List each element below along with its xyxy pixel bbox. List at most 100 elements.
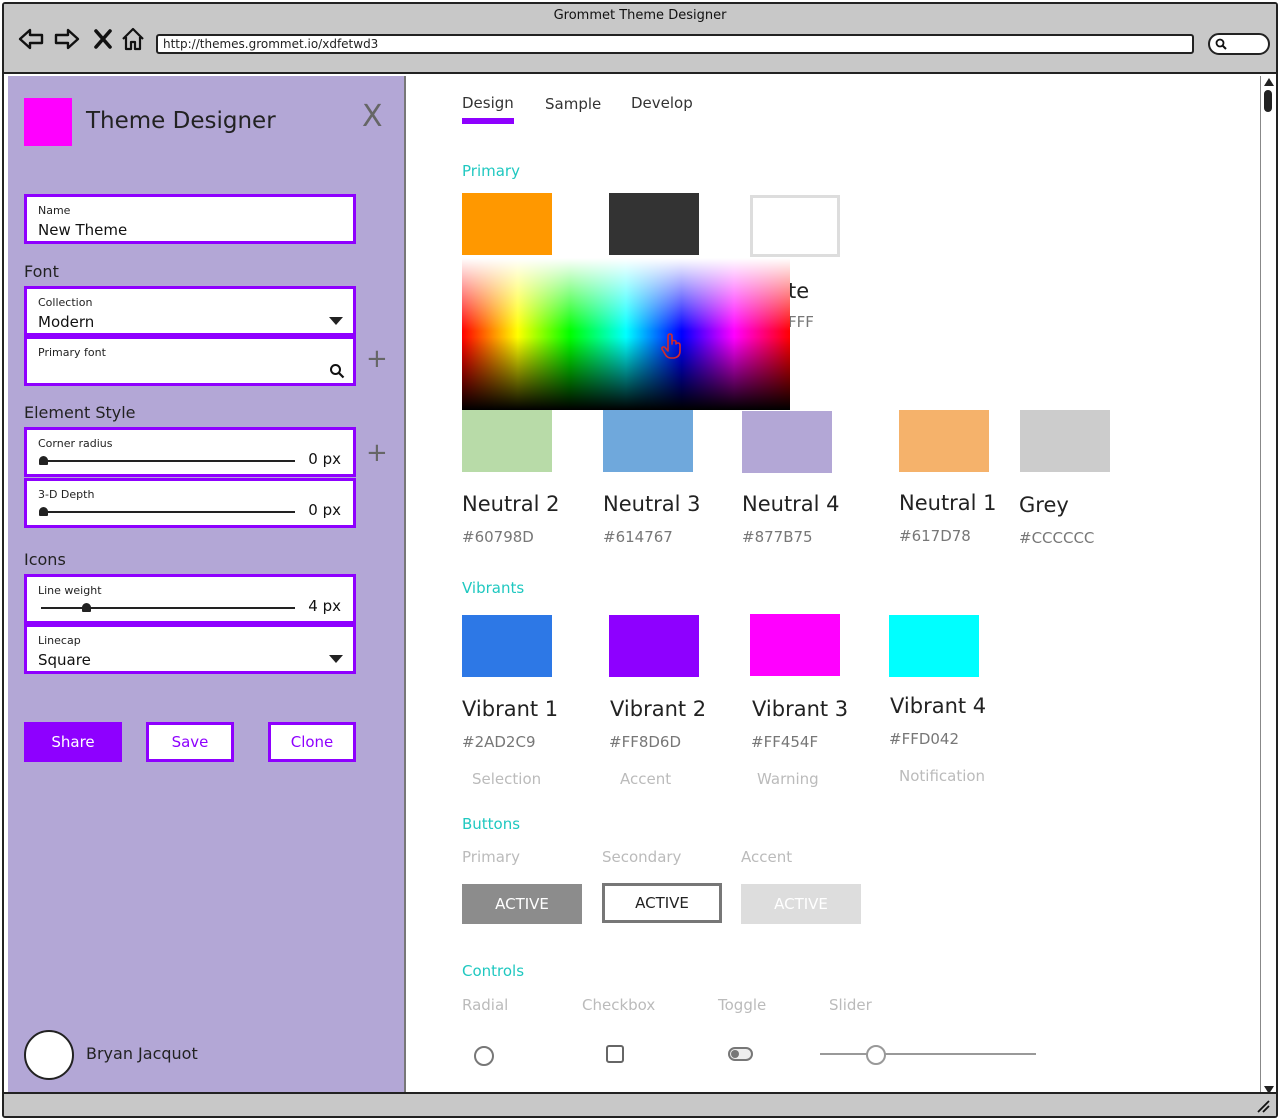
sample-slider-knob[interactable] [866, 1045, 887, 1065]
grey-hex: #CCCCCC [1019, 529, 1095, 547]
corner-radius-track[interactable] [41, 460, 295, 462]
depth-knob[interactable] [39, 507, 48, 516]
button-kind-primary: Primary [462, 848, 520, 866]
primary-swatch-white[interactable] [750, 195, 840, 257]
linecap-select[interactable]: Linecap Square [24, 624, 356, 674]
resize-grip-icon[interactable] [1256, 1099, 1270, 1113]
collection-label: Collection [38, 296, 93, 309]
vibrant-2-name: Vibrant 2 [610, 697, 707, 721]
avatar[interactable] [24, 1030, 74, 1080]
active-tab-indicator [462, 118, 514, 124]
clone-button[interactable]: Clone [268, 722, 356, 762]
chevron-down-icon[interactable] [329, 317, 343, 325]
line-weight-knob[interactable] [82, 603, 92, 612]
vertical-scrollbar[interactable] [1260, 76, 1276, 1096]
close-button[interactable]: X [362, 102, 383, 132]
home-icon[interactable] [118, 24, 148, 54]
vibrant-3-name: Vibrant 3 [752, 697, 849, 721]
neutral-2-swatch[interactable] [462, 410, 552, 472]
line-weight-label: Line weight [38, 584, 102, 597]
icons-section-label: Icons [24, 550, 66, 569]
sample-checkbox[interactable] [606, 1045, 624, 1063]
grey-swatch[interactable] [1020, 410, 1110, 472]
chevron-down-icon[interactable] [329, 655, 343, 663]
collection-value: Modern [38, 313, 95, 331]
primary-swatch-1[interactable] [462, 193, 552, 255]
url-input[interactable]: http://themes.grommet.io/xdfetwd3 [156, 34, 1194, 54]
neutral-2-hex: #60798D [462, 528, 534, 546]
primary-font-label: Primary font [38, 346, 106, 359]
vibrant-1-hex: #2AD2C9 [462, 733, 536, 751]
button-kind-secondary: Secondary [602, 848, 682, 866]
controls-section-title: Controls [462, 962, 525, 980]
share-button[interactable]: Share [24, 722, 122, 762]
tab-develop[interactable]: Develop [631, 94, 693, 112]
name-field-value[interactable]: New Theme [38, 221, 127, 239]
vibrant-4-role: Notification [899, 767, 986, 785]
corner-radius-slider-field[interactable]: Corner radius 0 px [24, 427, 356, 477]
neutral-3-swatch[interactable] [603, 410, 693, 472]
name-field-label: Name [38, 204, 71, 217]
sample-toggle[interactable] [728, 1047, 753, 1061]
neutral-4-swatch[interactable] [742, 411, 832, 473]
vibrant-2-hex: #FF8D6D [609, 733, 682, 751]
primary-swatch-name-fragment: te [788, 279, 810, 303]
back-icon[interactable] [16, 24, 46, 54]
primary-swatch-2[interactable] [609, 193, 699, 255]
vibrant-3-role: Warning [757, 770, 819, 788]
add-style-button[interactable]: + [366, 440, 388, 466]
scroll-thumb[interactable] [1264, 90, 1272, 112]
scroll-up-icon[interactable] [1264, 78, 1274, 86]
search-icon [1215, 38, 1227, 50]
vibrant-4-swatch[interactable] [889, 615, 979, 677]
app-title: Theme Designer [86, 108, 276, 134]
button-kind-accent: Accent [741, 848, 793, 866]
primary-section-title: Primary [462, 162, 520, 180]
vibrants-section-title: Vibrants [462, 579, 525, 597]
browser-window: Grommet Theme Designer http://themes.gro… [2, 2, 1278, 1118]
name-field[interactable]: Name New Theme [24, 194, 356, 244]
depth-slider-field[interactable]: 3-D Depth 0 px [24, 478, 356, 528]
vibrant-1-swatch[interactable] [462, 615, 552, 677]
vibrant-3-swatch[interactable] [750, 614, 840, 676]
theme-logo-swatch [24, 98, 72, 146]
corner-radius-knob[interactable] [39, 456, 48, 465]
add-font-button[interactable]: + [366, 346, 388, 372]
line-weight-value: 4 px [308, 597, 341, 615]
corner-radius-label: Corner radius [38, 437, 113, 450]
sample-radio[interactable] [474, 1046, 494, 1066]
corner-radius-value: 0 px [308, 450, 341, 468]
primary-swatch-hex-fragment: FFF [788, 313, 814, 331]
forward-icon[interactable] [52, 24, 82, 54]
user-name: Bryan Jacquot [86, 1044, 198, 1063]
line-weight-track[interactable] [41, 607, 295, 609]
sample-secondary-button[interactable]: ACTIVE [602, 883, 722, 923]
linecap-label: Linecap [38, 634, 81, 647]
collection-select[interactable]: Collection Modern [24, 286, 356, 336]
tab-sample[interactable]: Sample [545, 95, 601, 113]
sample-accent-button[interactable]: ACTIVE [741, 884, 861, 924]
linecap-value: Square [38, 651, 91, 669]
neutral-4-name: Neutral 4 [742, 492, 840, 516]
primary-font-field[interactable]: Primary font [24, 336, 356, 386]
line-weight-slider-field[interactable]: Line weight 4 px [24, 574, 356, 624]
tab-design[interactable]: Design [462, 94, 514, 112]
neutral-1-swatch[interactable] [899, 410, 989, 472]
browser-statusbar [4, 1092, 1276, 1116]
search-icon[interactable] [329, 363, 345, 379]
save-button[interactable]: Save [146, 722, 234, 762]
stop-icon[interactable] [88, 24, 118, 54]
sample-primary-button[interactable]: ACTIVE [462, 884, 582, 924]
depth-label: 3-D Depth [38, 488, 95, 501]
depth-track[interactable] [41, 511, 295, 513]
browser-search-field[interactable] [1208, 33, 1270, 55]
vibrant-4-name: Vibrant 4 [890, 694, 987, 718]
neutral-3-name: Neutral 3 [603, 492, 701, 516]
color-picker-popover[interactable] [462, 258, 790, 410]
font-section-label: Font [24, 262, 59, 281]
vibrant-2-swatch[interactable] [609, 615, 699, 677]
neutral-4-hex: #877B75 [742, 528, 813, 546]
hand-pointer-icon [661, 333, 681, 359]
neutral-2-name: Neutral 2 [462, 492, 560, 516]
sample-slider-track[interactable] [820, 1053, 1036, 1055]
